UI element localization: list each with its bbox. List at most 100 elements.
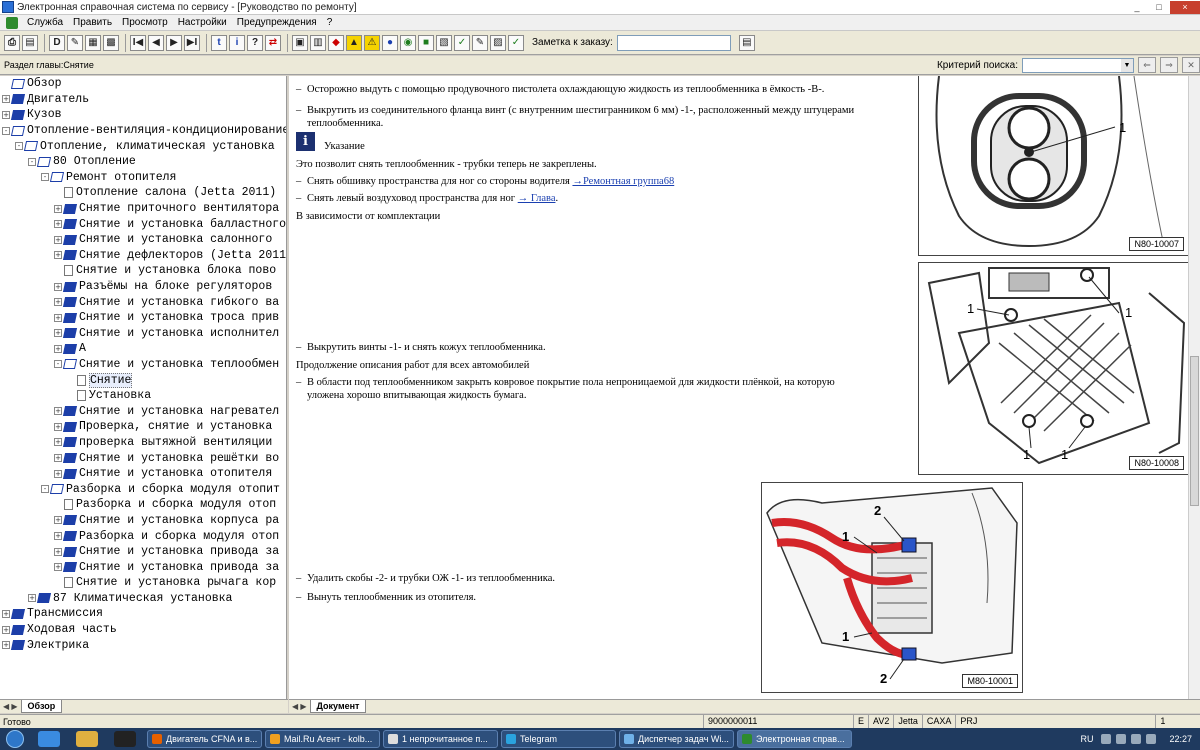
expand-icon[interactable]: + <box>54 344 62 353</box>
language-indicator[interactable]: RU <box>1080 734 1093 744</box>
task-firefox[interactable]: Двигатель CFNA и в... <box>147 730 262 748</box>
collapse-icon[interactable]: - <box>28 157 36 166</box>
expand-icon[interactable]: + <box>28 594 36 603</box>
tab-scroll-arrows[interactable]: ◀ ▶ <box>292 702 307 711</box>
expand-icon[interactable]: + <box>54 454 62 463</box>
tree-item[interactable]: + Снятие и установка нагревател <box>0 403 286 419</box>
close-button[interactable]: × <box>1170 0 1200 14</box>
tray-icon[interactable] <box>1101 734 1112 744</box>
expand-icon[interactable]: + <box>54 220 62 229</box>
tool-button-1[interactable]: ▣ <box>292 34 308 51</box>
figure-heat-exchanger-flange[interactable]: 1 N80-10007 <box>918 76 1188 256</box>
search-clear-button[interactable]: ✕ <box>1182 57 1200 73</box>
car-button[interactable]: ▦ <box>85 34 101 51</box>
collapse-icon[interactable]: - <box>41 485 49 494</box>
last-page-button[interactable]: ▶I <box>184 34 200 51</box>
tool-button-7[interactable]: ◉ <box>400 34 416 51</box>
tree-item[interactable]: + Трансмиссия <box>0 606 286 622</box>
start-button[interactable] <box>0 728 30 750</box>
tool-button-2[interactable]: ▥ <box>310 34 326 51</box>
menu-view[interactable]: Просмотр <box>117 17 173 28</box>
tree-item[interactable]: + A <box>0 341 286 357</box>
content-scrollbar[interactable] <box>1188 76 1200 699</box>
tab-scroll-arrows[interactable]: ◀ ▶ <box>3 702 18 711</box>
tray-icon[interactable] <box>1116 734 1127 744</box>
help-button[interactable]: ? <box>247 34 263 51</box>
tree-item[interactable]: Установка <box>0 388 286 404</box>
edit-button[interactable]: ✎ <box>67 34 83 51</box>
tree-item[interactable]: + Снятие и установка корпуса ра <box>0 513 286 529</box>
expand-icon[interactable]: + <box>2 95 10 104</box>
tree-item[interactable]: - 80 Отопление <box>0 154 286 170</box>
expand-icon[interactable]: + <box>54 438 62 447</box>
menu-service[interactable]: Служба <box>22 17 68 28</box>
prev-page-button[interactable]: ◀ <box>148 34 164 51</box>
menu-settings[interactable]: Настройки <box>173 17 232 28</box>
tree-item[interactable]: + Двигатель <box>0 92 286 108</box>
tree-item[interactable]: - Снятие и установка теплообмен <box>0 357 286 373</box>
expand-icon[interactable]: + <box>54 407 62 416</box>
tree-item[interactable]: + Снятие и установка гибкого ва <box>0 294 286 310</box>
tree-item[interactable]: Разборка и сборка модуля отоп <box>0 497 286 513</box>
menu-edit[interactable]: Править <box>68 17 117 28</box>
warning-button[interactable]: ⚠ <box>364 34 380 51</box>
tool-button-8[interactable]: ■ <box>418 34 434 51</box>
media-player-icon[interactable] <box>114 731 136 747</box>
tree-item[interactable]: + Снятие и установка привода за <box>0 559 286 575</box>
expand-icon[interactable]: + <box>54 547 62 556</box>
tool-button-4[interactable]: ▲ <box>346 34 362 51</box>
expand-icon[interactable]: + <box>2 110 10 119</box>
tree-item[interactable]: Снятие и установка блока пово <box>0 263 286 279</box>
expand-icon[interactable]: + <box>54 469 62 478</box>
tree-item[interactable]: Снятие и установка рычага кор <box>0 575 286 591</box>
order-note-input[interactable] <box>616 34 731 51</box>
expand-icon[interactable]: + <box>54 235 62 244</box>
figure-coolant-tubes[interactable]: 2 1 1 2 M80-10001 <box>761 482 1023 693</box>
print-button[interactable]: ⎙ <box>4 34 20 51</box>
back-link-button[interactable]: t <box>211 34 227 51</box>
collapse-icon[interactable]: - <box>41 173 49 182</box>
tree-item[interactable]: + Электрика <box>0 637 286 653</box>
task-task-manager[interactable]: Диспетчер задач Wi... <box>619 730 734 748</box>
search-next-button[interactable]: ⇒ <box>1160 57 1178 73</box>
expand-icon[interactable]: + <box>54 298 62 307</box>
tree-item[interactable]: Отопление салона (Jetta 2011) <box>0 185 286 201</box>
ie-icon[interactable] <box>38 731 60 747</box>
collapse-icon[interactable]: - <box>54 360 62 369</box>
task-service-system[interactable]: Электронная справ... <box>737 730 852 748</box>
tree-item[interactable]: - Отопление, климатическая установка <box>0 138 286 154</box>
expand-icon[interactable]: + <box>54 532 62 541</box>
tree-item[interactable]: + Снятие и установка решётки во <box>0 450 286 466</box>
tab-document[interactable]: Документ <box>309 700 367 713</box>
expand-icon[interactable]: + <box>2 609 10 618</box>
next-page-button[interactable]: ▶ <box>166 34 182 51</box>
search-prev-button[interactable]: ⇐ <box>1138 57 1156 73</box>
expand-icon[interactable]: + <box>54 313 62 322</box>
chapter-link[interactable]: → Глава <box>518 193 556 204</box>
collapse-icon[interactable]: - <box>2 126 10 135</box>
task-mail[interactable]: 1 непрочитанное п... <box>383 730 498 748</box>
tree-item[interactable]: + Снятие и установка отопителя <box>0 466 286 482</box>
tool-button-3[interactable]: ◆ <box>328 34 344 51</box>
expand-icon[interactable]: + <box>54 563 62 572</box>
tree-item[interactable]: - Отопление-вентиляция-кондиционирование <box>0 123 286 139</box>
expand-icon[interactable]: + <box>54 422 62 431</box>
app-menu-icon[interactable] <box>6 16 18 29</box>
task-telegram[interactable]: Telegram <box>501 730 616 748</box>
tool-button-12[interactable]: ▨ <box>490 34 506 51</box>
tree-item[interactable]: + Ходовая часть <box>0 622 286 638</box>
scrollbar-thumb[interactable] <box>1190 356 1199 506</box>
tree-item[interactable]: + Разъёмы на блоке регуляторов <box>0 279 286 295</box>
tool-button-11[interactable]: ✎ <box>472 34 488 51</box>
tree-item[interactable]: + Кузов <box>0 107 286 123</box>
tree-item[interactable]: + Снятие дефлекторов (Jetta 2011 <box>0 248 286 264</box>
minimize-button[interactable]: _ <box>1126 1 1148 14</box>
tool-button-6[interactable]: ● <box>382 34 398 51</box>
tree-item[interactable]: +87 Климатическая установка <box>0 591 286 607</box>
tree-item[interactable]: + Проверка, снятие и установка <box>0 419 286 435</box>
collapse-icon[interactable]: - <box>15 142 23 151</box>
tree-item[interactable]: Снятие <box>0 372 286 388</box>
tree-item[interactable]: + Снятие и установка салонного <box>0 232 286 248</box>
explorer-icon[interactable] <box>76 731 98 747</box>
info-button[interactable]: i <box>229 34 245 51</box>
